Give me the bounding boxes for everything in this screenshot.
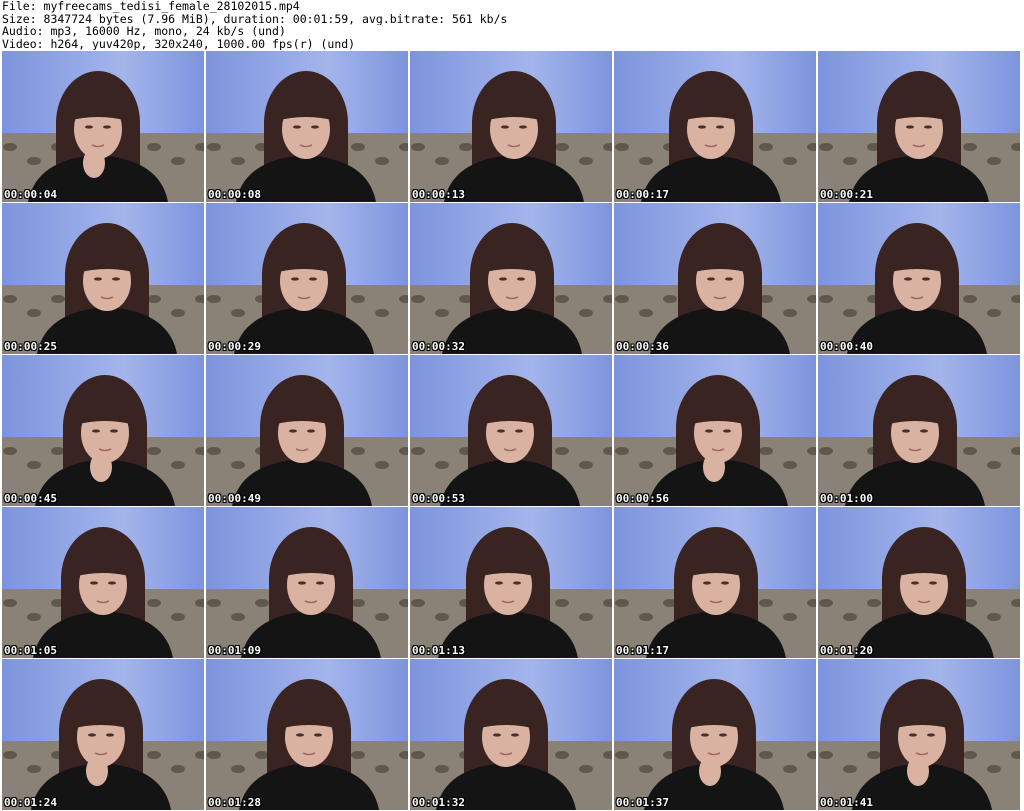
thumbnail-timestamp: 00:00:29 — [208, 340, 261, 353]
webcam-frame-image — [2, 51, 204, 202]
webcam-frame-image — [614, 659, 816, 810]
video-thumbnail: 00:00:29 — [206, 203, 408, 354]
webcam-frame-image — [614, 355, 816, 506]
thumbnail-timestamp: 00:01:41 — [820, 796, 873, 809]
thumbnail-timestamp: 00:01:32 — [412, 796, 465, 809]
webcam-frame-image — [206, 355, 408, 506]
thumbnail-timestamp: 00:01:28 — [208, 796, 261, 809]
audio-info-line: Audio: mp3, 16000 Hz, mono, 24 kb/s (und… — [2, 25, 286, 38]
video-info-line: Video: h264, yuv420p, 320x240, 1000.00 f… — [2, 37, 356, 50]
thumbnail-timestamp: 00:01:00 — [820, 492, 873, 505]
webcam-frame-image — [818, 51, 1020, 202]
video-thumbnail: 00:00:49 — [206, 355, 408, 506]
video-thumbnail: 00:01:32 — [410, 659, 612, 810]
thumbnail-grid: 00:00:04 00:00:08 00:00:13 00:00:17 00:00:21… — [2, 51, 1022, 810]
thumbnail-timestamp: 00:00:21 — [820, 188, 873, 201]
thumbnail-timestamp: 00:00:56 — [616, 492, 669, 505]
thumbnail-timestamp: 00:01:37 — [616, 796, 669, 809]
thumbnail-timestamp: 00:00:32 — [412, 340, 465, 353]
video-thumbnail: 00:00:13 — [410, 51, 612, 202]
video-thumbnail: 00:01:37 — [614, 659, 816, 810]
webcam-frame-image — [614, 507, 816, 658]
webcam-frame-image — [410, 659, 612, 810]
thumbnail-timestamp: 00:00:53 — [412, 492, 465, 505]
thumbnail-timestamp: 00:00:45 — [4, 492, 57, 505]
video-thumbnail: 00:01:13 — [410, 507, 612, 658]
thumbnail-timestamp: 00:00:40 — [820, 340, 873, 353]
video-thumbnail: 00:01:00 — [818, 355, 1020, 506]
video-thumbnail: 00:01:24 — [2, 659, 204, 810]
thumbnail-timestamp: 00:01:17 — [616, 644, 669, 657]
video-thumbnail: 00:00:56 — [614, 355, 816, 506]
file-size-line: Size: 8347724 bytes (7.96 MiB), duration… — [2, 12, 508, 25]
thumbnail-timestamp: 00:01:13 — [412, 644, 465, 657]
thumbnail-timestamp: 00:00:13 — [412, 188, 465, 201]
video-thumbnail: 00:01:05 — [2, 507, 204, 658]
video-thumbnail: 00:00:45 — [2, 355, 204, 506]
video-thumbnail: 00:00:04 — [2, 51, 204, 202]
video-thumbnail: 00:00:36 — [614, 203, 816, 354]
video-thumbnail: 00:00:40 — [818, 203, 1020, 354]
thumbnail-timestamp: 00:01:09 — [208, 644, 261, 657]
webcam-frame-image — [614, 51, 816, 202]
webcam-frame-image — [614, 203, 816, 354]
thumbnail-timestamp: 00:00:49 — [208, 492, 261, 505]
webcam-frame-image — [410, 203, 612, 354]
thumbnail-timestamp: 00:00:08 — [208, 188, 261, 201]
webcam-frame-image — [2, 659, 204, 810]
thumbnail-timestamp: 00:00:36 — [616, 340, 669, 353]
video-thumbnail: 00:01:28 — [206, 659, 408, 810]
thumbnail-timestamp: 00:01:05 — [4, 644, 57, 657]
video-thumbnail: 00:00:32 — [410, 203, 612, 354]
video-thumbnail: 00:01:17 — [614, 507, 816, 658]
video-thumbnail: 00:01:41 — [818, 659, 1020, 810]
webcam-frame-image — [2, 203, 204, 354]
file-info-header: File: myfreecams_tedisi_female_28102015.… — [2, 0, 1022, 50]
webcam-frame-image — [206, 51, 408, 202]
webcam-frame-image — [206, 659, 408, 810]
webcam-frame-image — [410, 51, 612, 202]
webcam-frame-image — [206, 507, 408, 658]
video-thumbnail: 00:01:20 — [818, 507, 1020, 658]
thumbnail-timestamp: 00:00:17 — [616, 188, 669, 201]
webcam-frame-image — [410, 507, 612, 658]
webcam-frame-image — [818, 355, 1020, 506]
webcam-frame-image — [818, 203, 1020, 354]
video-thumbnail: 00:00:25 — [2, 203, 204, 354]
webcam-frame-image — [2, 507, 204, 658]
video-thumbnail: 00:00:17 — [614, 51, 816, 202]
webcam-frame-image — [2, 355, 204, 506]
video-thumbnail: 00:01:09 — [206, 507, 408, 658]
thumbnail-timestamp: 00:01:24 — [4, 796, 57, 809]
video-thumbnail: 00:00:08 — [206, 51, 408, 202]
webcam-frame-image — [818, 507, 1020, 658]
webcam-frame-image — [818, 659, 1020, 810]
file-name-line: File: myfreecams_tedisi_female_28102015.… — [2, 0, 300, 13]
thumbnail-timestamp: 00:00:25 — [4, 340, 57, 353]
webcam-frame-image — [410, 355, 612, 506]
thumbnail-timestamp: 00:00:04 — [4, 188, 57, 201]
thumbnail-timestamp: 00:01:20 — [820, 644, 873, 657]
video-thumbnail: 00:00:21 — [818, 51, 1020, 202]
video-thumbnail: 00:00:53 — [410, 355, 612, 506]
webcam-frame-image — [206, 203, 408, 354]
